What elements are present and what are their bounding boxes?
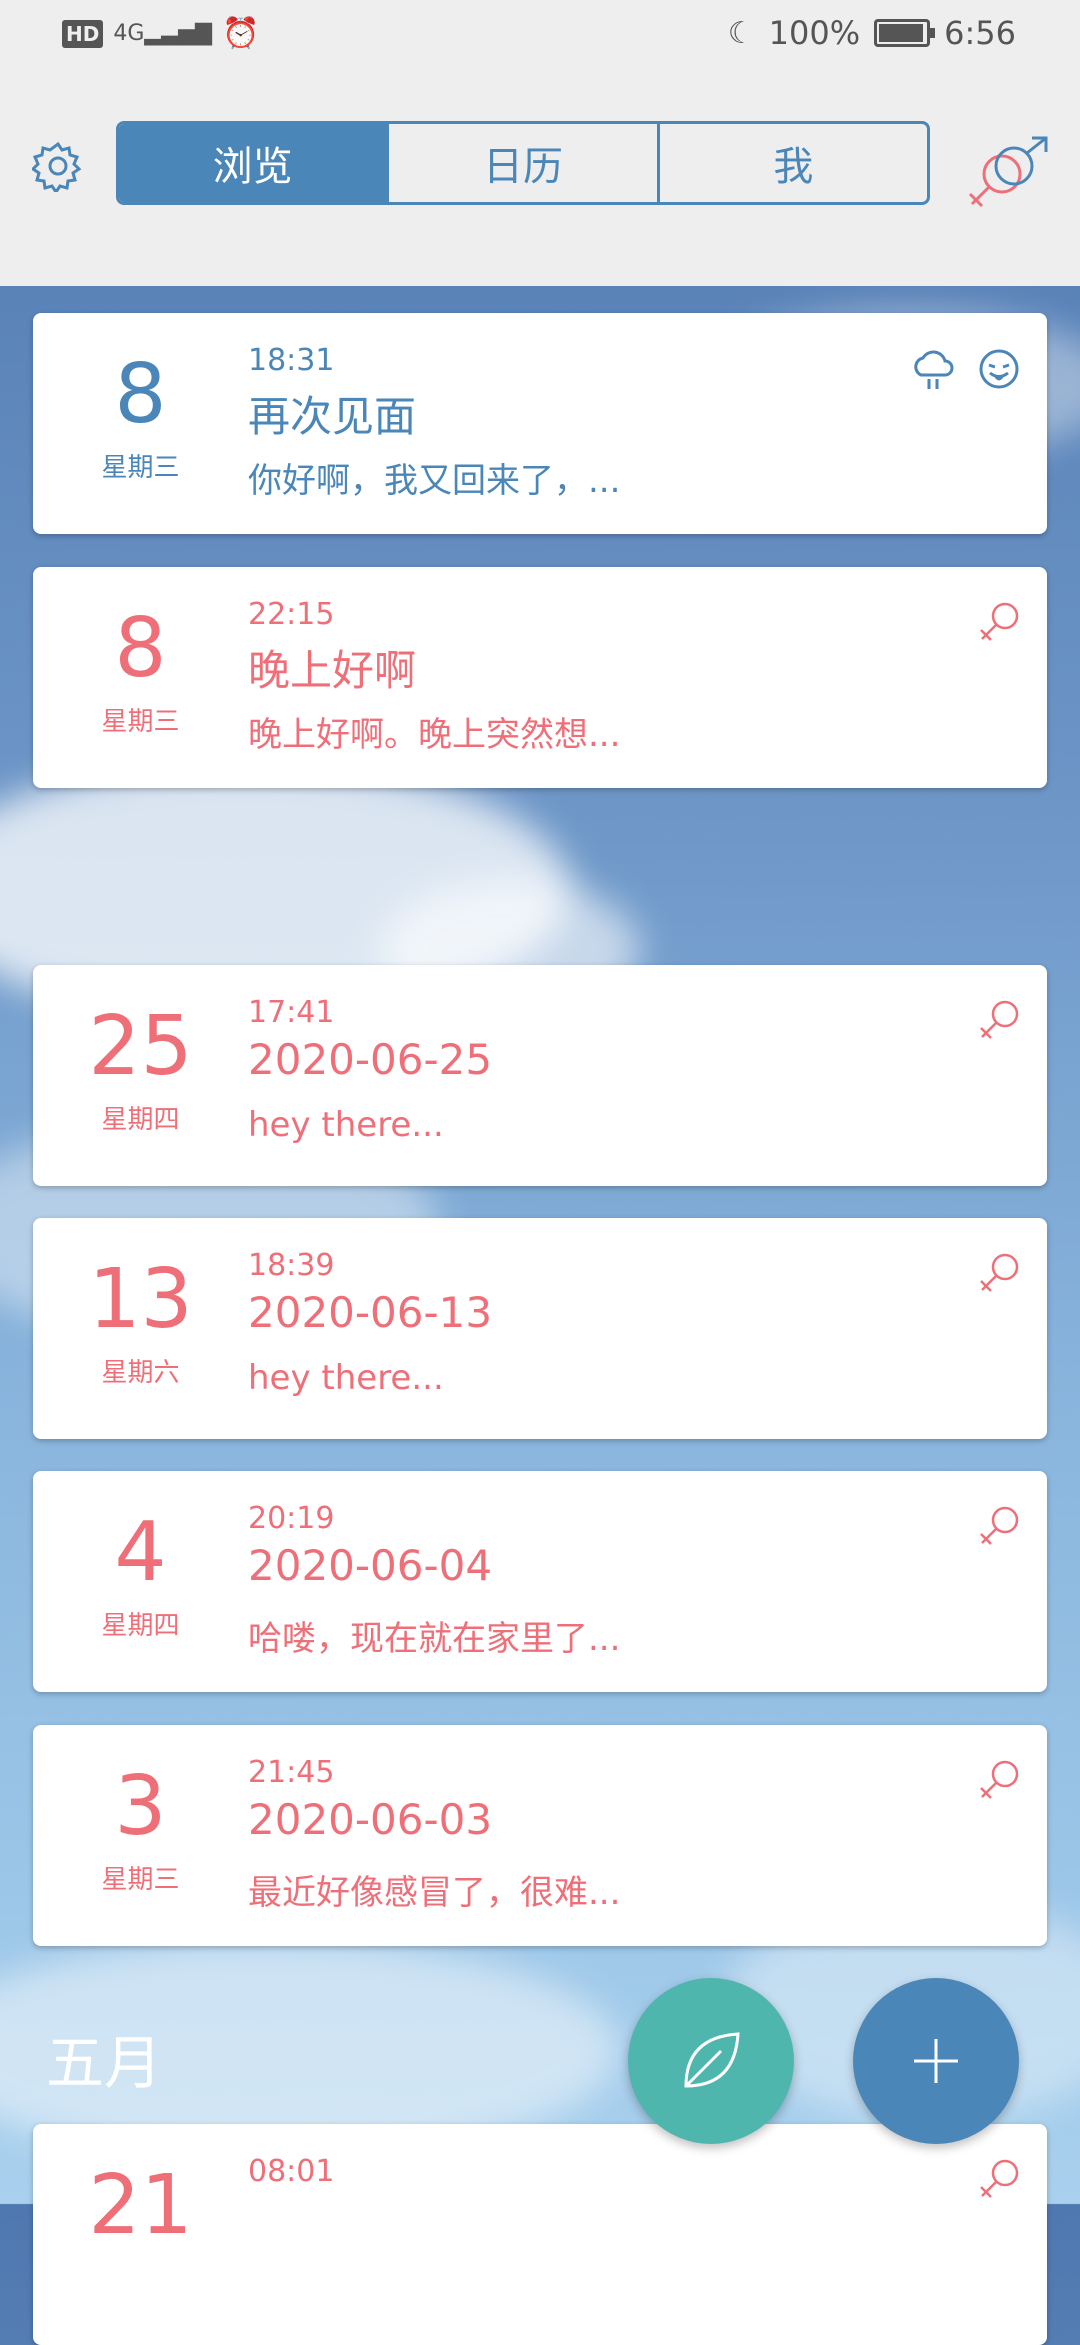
female-symbol-icon xyxy=(975,1250,1023,1298)
tab-calendar[interactable]: 日历 xyxy=(389,124,660,202)
entry-weekday: 星期六 xyxy=(101,1358,180,1388)
gender-switch-icon[interactable] xyxy=(962,136,1052,208)
entry-time: 08:01 xyxy=(248,2154,335,2189)
entry-snippet: 最近好像感冒了，很难... xyxy=(248,1873,621,1913)
entry-snippet: 你好啊，我又回来了，... xyxy=(248,461,621,501)
alarm-icon: ⏰ xyxy=(222,16,260,51)
network-icon: HD xyxy=(62,19,104,48)
entry-weekday: 星期三 xyxy=(101,453,180,483)
entry-time: 18:31 xyxy=(248,343,335,378)
month-header: 五月 xyxy=(46,2029,163,2097)
entry-card[interactable]: 13 星期六 18:39 2020-06-13 hey there... xyxy=(33,1218,1047,1439)
entry-time: 18:39 xyxy=(248,1248,335,1283)
female-symbol-icon xyxy=(975,2156,1023,2204)
entry-card[interactable]: 4 星期四 20:19 2020-06-04 哈喽，现在就在家里了... xyxy=(33,1471,1047,1692)
tab-browse[interactable]: 浏览 xyxy=(119,124,390,202)
status-right: ☾ 100% 6:56 xyxy=(728,14,1016,52)
top-bar: 浏览 日历 我 xyxy=(0,68,1080,286)
entry-card[interactable]: 25 星期四 17:41 2020-06-25 hey there... xyxy=(33,965,1047,1186)
entry-card[interactable]: 8 星期三 22:15 晚上好啊 晚上好啊。晚上突然想... xyxy=(33,567,1047,788)
entry-title: 2020-06-04 xyxy=(248,1541,493,1590)
entry-title: 2020-06-13 xyxy=(248,1288,493,1337)
entry-day: 13 xyxy=(88,1252,193,1347)
moon-icon: ☾ xyxy=(727,15,755,51)
tab-me[interactable]: 我 xyxy=(660,124,927,202)
entry-time: 22:15 xyxy=(248,597,335,632)
entry-time: 20:19 xyxy=(248,1501,335,1536)
entry-card[interactable]: 8 星期三 18:31 再次见面 你好啊，我又回来了，... xyxy=(33,313,1047,534)
battery-fill xyxy=(879,24,924,42)
entry-title: 2020-06-03 xyxy=(248,1795,493,1844)
status-left: HD 4G▂▃▅▇ ⏰ xyxy=(62,16,259,51)
plus-icon xyxy=(914,2039,958,2083)
entry-title: 再次见面 xyxy=(248,392,417,441)
entry-snippet: 晚上好啊。晚上突然想... xyxy=(248,715,621,755)
entry-day: 8 xyxy=(114,601,167,696)
entry-time: 17:41 xyxy=(248,995,335,1030)
battery-icon xyxy=(874,19,936,47)
female-symbol-icon xyxy=(975,599,1023,647)
tongue-face-icon xyxy=(975,345,1023,393)
entry-day: 25 xyxy=(88,999,193,1094)
entry-weekday: 星期三 xyxy=(101,707,180,737)
leaf-icon xyxy=(684,2032,740,2088)
cloud-rain-icon xyxy=(909,345,957,393)
signal-icon: 4G▂▃▅▇ xyxy=(113,21,213,46)
entry-snippet: hey there... xyxy=(248,1105,444,1145)
entry-time: 21:45 xyxy=(248,1755,335,1790)
entry-day: 8 xyxy=(114,347,167,442)
diary-book-button[interactable] xyxy=(628,1978,794,2144)
female-symbol-icon xyxy=(975,1757,1023,1805)
gear-icon[interactable] xyxy=(32,140,84,192)
entry-day: 3 xyxy=(114,1759,167,1854)
female-symbol-icon xyxy=(975,1503,1023,1551)
entry-day: 4 xyxy=(114,1505,167,1600)
entry-card[interactable]: 3 星期三 21:45 2020-06-03 最近好像感冒了，很难... xyxy=(33,1725,1047,1946)
entry-weekday: 星期三 xyxy=(101,1865,180,1895)
entry-title: 晚上好啊 xyxy=(248,646,417,695)
entry-weekday: 星期四 xyxy=(101,1105,180,1135)
female-symbol-icon xyxy=(975,997,1023,1045)
entry-day: 21 xyxy=(88,2158,193,2253)
entry-snippet: hey there... xyxy=(248,1358,444,1398)
status-bar: HD 4G▂▃▅▇ ⏰ ☾ 100% 6:56 xyxy=(0,0,1080,68)
add-entry-button[interactable] xyxy=(853,1978,1019,2144)
entry-weekday: 星期四 xyxy=(101,1611,180,1641)
view-tabs: 浏览 日历 我 xyxy=(116,121,930,205)
entry-snippet: 哈喽，现在就在家里了... xyxy=(248,1619,621,1659)
entry-card[interactable]: 21 08:01 xyxy=(33,2124,1047,2345)
battery-percent: 100% xyxy=(768,14,861,52)
entry-title: 2020-06-25 xyxy=(248,1035,493,1084)
clock: 6:56 xyxy=(944,14,1016,52)
